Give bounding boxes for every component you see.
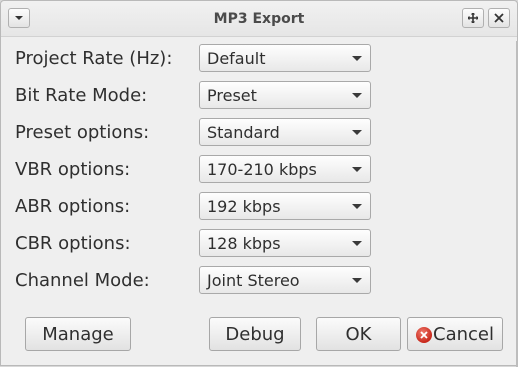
channel-mode-dropdown[interactable]: Joint Stereo	[199, 266, 371, 294]
project-rate-value: Default	[207, 49, 266, 68]
maximize-button[interactable]	[462, 8, 484, 28]
close-icon	[494, 13, 504, 23]
dropdown-arrow-icon	[352, 204, 362, 209]
dropdown-arrow-icon	[352, 241, 362, 246]
dropdown-arrow-icon	[352, 93, 362, 98]
channel-mode-value: Joint Stereo	[207, 271, 300, 290]
bit-rate-mode-label: Bit Rate Mode:	[15, 85, 148, 106]
mp3-export-dialog: MP3 Export Project Rate (Hz): Default Bi…	[0, 0, 518, 367]
plus-icon	[468, 13, 478, 23]
bit-rate-mode-value: Preset	[207, 86, 257, 105]
ok-button[interactable]: OK	[316, 317, 401, 351]
cancel-button[interactable]: Cancel	[407, 317, 503, 351]
manage-button[interactable]: Manage	[25, 317, 131, 351]
form-row-project-rate: Project Rate (Hz): Default	[1, 43, 517, 73]
abr-options-dropdown[interactable]: 192 kbps	[199, 192, 371, 220]
form-row-abr-options: ABR options: 192 kbps	[1, 191, 517, 221]
form-row-vbr-options: VBR options: 170-210 kbps	[1, 154, 517, 184]
vbr-options-value: 170-210 kbps	[207, 160, 317, 179]
channel-mode-label: Channel Mode:	[15, 270, 150, 291]
close-button[interactable]	[488, 8, 510, 28]
cbr-options-label: CBR options:	[15, 233, 131, 254]
form-row-channel-mode: Channel Mode: Joint Stereo	[1, 265, 517, 295]
dropdown-arrow-icon	[352, 167, 362, 172]
vbr-options-dropdown[interactable]: 170-210 kbps	[199, 155, 371, 183]
form-row-cbr-options: CBR options: 128 kbps	[1, 228, 517, 258]
form-row-bit-rate-mode: Bit Rate Mode: Preset	[1, 80, 517, 110]
preset-options-dropdown[interactable]: Standard	[199, 118, 371, 146]
preset-options-value: Standard	[207, 123, 280, 142]
cancel-icon	[416, 327, 432, 343]
title-bar[interactable]: MP3 Export	[1, 1, 517, 37]
project-rate-label: Project Rate (Hz):	[15, 48, 173, 69]
dropdown-arrow-icon	[352, 278, 362, 283]
preset-options-label: Preset options:	[15, 122, 150, 143]
dropdown-arrow-icon	[352, 130, 362, 135]
bit-rate-mode-dropdown[interactable]: Preset	[199, 81, 371, 109]
abr-options-value: 192 kbps	[207, 197, 281, 216]
cancel-button-label: Cancel	[433, 323, 494, 345]
window-title: MP3 Export	[213, 11, 305, 27]
cbr-options-value: 128 kbps	[207, 234, 281, 253]
project-rate-dropdown[interactable]: Default	[199, 44, 371, 72]
cbr-options-dropdown[interactable]: 128 kbps	[199, 229, 371, 257]
form-row-preset-options: Preset options: Standard	[1, 117, 517, 147]
dropdown-arrow-icon	[352, 56, 362, 61]
abr-options-label: ABR options:	[15, 196, 131, 217]
debug-button[interactable]: Debug	[209, 317, 301, 351]
vbr-options-label: VBR options:	[15, 159, 131, 180]
